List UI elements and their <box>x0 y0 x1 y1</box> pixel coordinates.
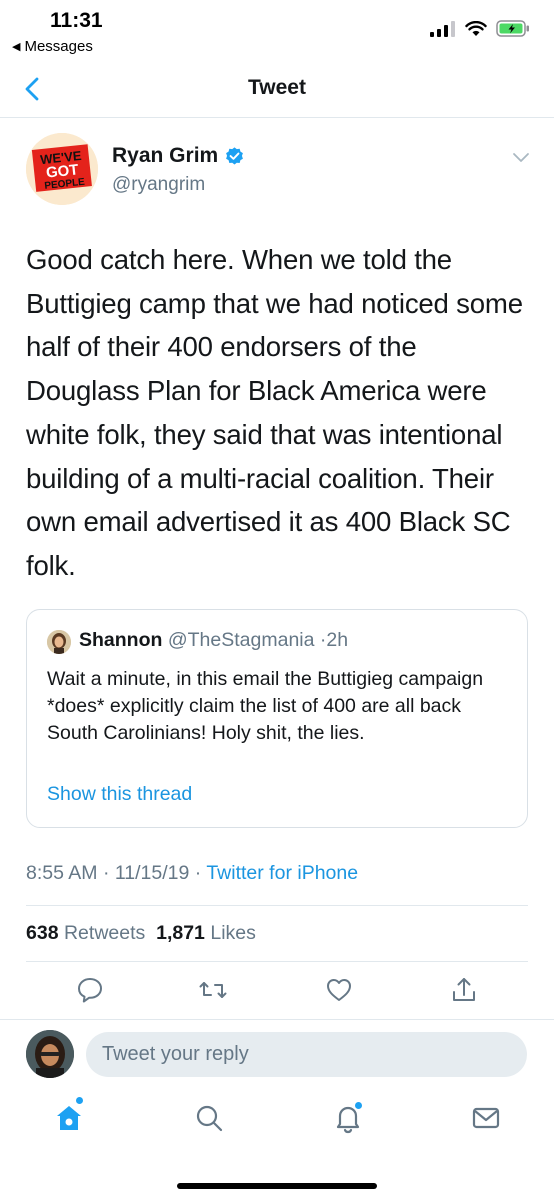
share-icon[interactable] <box>449 975 479 1005</box>
tweet-meta: 8:55 AM · 11/15/19 · Twitter for iPhone <box>26 862 358 885</box>
tweet-source-link[interactable]: Twitter for iPhone <box>206 862 358 884</box>
likes-count: 1,871 <box>156 922 205 944</box>
tweet-time: 8:55 AM <box>26 862 98 884</box>
show-this-thread-link[interactable]: Show this thread <box>47 783 192 806</box>
home-notification-dot <box>76 1097 83 1104</box>
meta-separator-dot: · <box>194 862 207 884</box>
reply-placeholder: Tweet your reply <box>102 1043 249 1065</box>
divider <box>0 1019 554 1020</box>
back-to-messages[interactable]: ◀ Messages <box>12 38 93 55</box>
status-time: 11:31 <box>50 9 103 32</box>
signal-icon <box>430 20 455 37</box>
search-icon[interactable] <box>193 1102 225 1134</box>
notifications-dot <box>355 1102 362 1109</box>
navigation-bar: Tweet <box>0 62 554 118</box>
messages-icon[interactable] <box>470 1102 502 1134</box>
retweets-stat[interactable]: 638 Retweets <box>26 922 145 944</box>
home-indicator[interactable] <box>177 1183 377 1189</box>
like-icon[interactable] <box>324 975 354 1005</box>
back-triangle-icon: ◀ <box>12 41 21 53</box>
quoted-author-handle: @TheStagmania <box>167 629 315 651</box>
meta-separator-dot: · <box>102 862 115 884</box>
tweet-text: Good catch here. When we told the Buttig… <box>26 244 523 581</box>
battery-icon <box>496 20 529 37</box>
quoted-tweet-text: Wait a minute, in this email the Buttigi… <box>47 668 484 744</box>
author-name: Ryan Grim <box>112 144 219 167</box>
quoted-tweet-header: Shannon @TheStagmania ·2h <box>79 629 348 652</box>
author-handle[interactable]: @ryangrim <box>112 174 205 196</box>
reply-icon[interactable] <box>75 975 105 1005</box>
retweets-label: Retweets <box>63 922 146 944</box>
reply-input[interactable]: Tweet your reply <box>86 1032 527 1077</box>
quoted-author-avatar <box>47 630 71 654</box>
wifi-icon <box>465 20 487 36</box>
likes-stat[interactable]: 1,871 Likes <box>156 922 256 944</box>
likes-label: Likes <box>210 922 256 944</box>
author-name-row[interactable]: Ryan Grim <box>112 144 245 168</box>
tweet-date: 11/15/19 <box>114 862 190 884</box>
were-got-people-logo: WE'VE GOT PEOPLE <box>26 133 98 205</box>
page-title: Tweet <box>248 76 306 99</box>
retweet-icon[interactable] <box>198 975 228 1005</box>
home-icon[interactable] <box>53 1102 85 1134</box>
status-icons <box>430 20 530 37</box>
divider <box>26 905 528 906</box>
tab-bar <box>0 1092 554 1152</box>
chevron-down-icon[interactable] <box>512 150 530 164</box>
my-avatar[interactable] <box>26 1030 74 1078</box>
quoted-tweet-age: 2h <box>326 629 349 651</box>
verified-badge-icon <box>226 146 244 165</box>
tweet-stats: 638 Retweets 1,871 Likes <box>26 922 256 945</box>
quoted-tweet-card[interactable]: Shannon @TheStagmania ·2h Wait a minute,… <box>26 609 528 828</box>
back-app-label: Messages <box>24 38 93 55</box>
author-avatar[interactable]: WE'VE GOT PEOPLE <box>26 133 98 205</box>
tweet-actions <box>0 975 554 1011</box>
divider <box>26 961 528 962</box>
status-bar: 11:31 ◀ Messages <box>0 0 554 62</box>
retweets-count: 638 <box>26 922 59 944</box>
quoted-author-name: Shannon <box>79 629 163 651</box>
